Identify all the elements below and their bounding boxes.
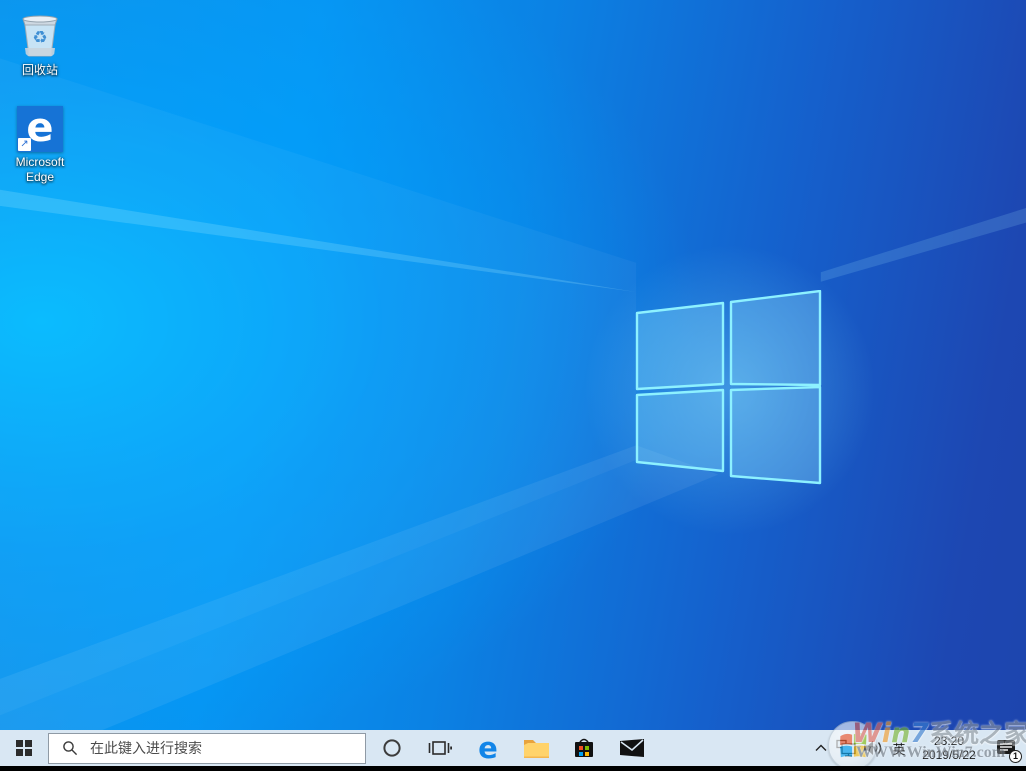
shortcut-arrow-icon: ↗ — [18, 138, 31, 151]
action-center-button[interactable]: 1 — [986, 730, 1026, 766]
search-input[interactable] — [88, 739, 365, 757]
microsoft-store-icon — [572, 736, 596, 760]
recycle-bin-icon: ♻ — [1, 10, 79, 60]
clock-date: 2019/5/22 — [912, 748, 986, 762]
start-button[interactable] — [0, 730, 48, 766]
task-view-icon — [428, 738, 452, 758]
cortana-icon — [382, 738, 402, 758]
speaker-icon — [863, 740, 883, 756]
system-tray: 英 23:20 2019/5/22 1 — [808, 730, 1026, 766]
search-icon — [62, 740, 78, 756]
microsoft-store-button[interactable] — [560, 730, 608, 766]
screen-bottom-edge — [0, 766, 1026, 771]
windows-logo-wallpaper — [635, 290, 822, 485]
network-tray-button[interactable] — [834, 730, 860, 766]
edge-icon: e ↗ — [17, 106, 63, 152]
taskbar-search-box[interactable] — [48, 733, 366, 764]
chevron-up-icon — [815, 744, 827, 752]
taskbar-clock[interactable]: 23:20 2019/5/22 — [912, 734, 986, 762]
tray-overflow-button[interactable] — [808, 730, 834, 766]
edge-icon: e — [478, 734, 498, 763]
desktop-icon-recycle-bin[interactable]: ♻ 回收站 — [1, 10, 79, 78]
file-explorer-icon — [523, 737, 550, 759]
taskbar-app-icons: e — [368, 730, 656, 766]
task-view-button[interactable] — [416, 730, 464, 766]
desktop-icon-label: 回收站 — [1, 63, 79, 78]
taskbar: e — [0, 730, 1026, 766]
mail-button[interactable] — [608, 730, 656, 766]
desktop-wallpaper — [0, 0, 1026, 730]
volume-tray-button[interactable] — [860, 730, 886, 766]
file-explorer-button[interactable] — [512, 730, 560, 766]
desktop-icon-label: Microsoft Edge — [5, 155, 75, 185]
desktop-icon-microsoft-edge[interactable]: e ↗ Microsoft Edge — [1, 102, 79, 185]
network-icon — [836, 739, 858, 757]
language-indicator-button[interactable]: 英 — [886, 730, 912, 766]
mail-icon — [619, 738, 645, 758]
edge-taskbar-button[interactable]: e — [464, 730, 512, 766]
clock-time: 23:20 — [912, 734, 986, 748]
svg-text:♻: ♻ — [32, 28, 47, 48]
cortana-button[interactable] — [368, 730, 416, 766]
windows-start-icon — [16, 740, 32, 756]
notification-badge: 1 — [1009, 750, 1022, 763]
